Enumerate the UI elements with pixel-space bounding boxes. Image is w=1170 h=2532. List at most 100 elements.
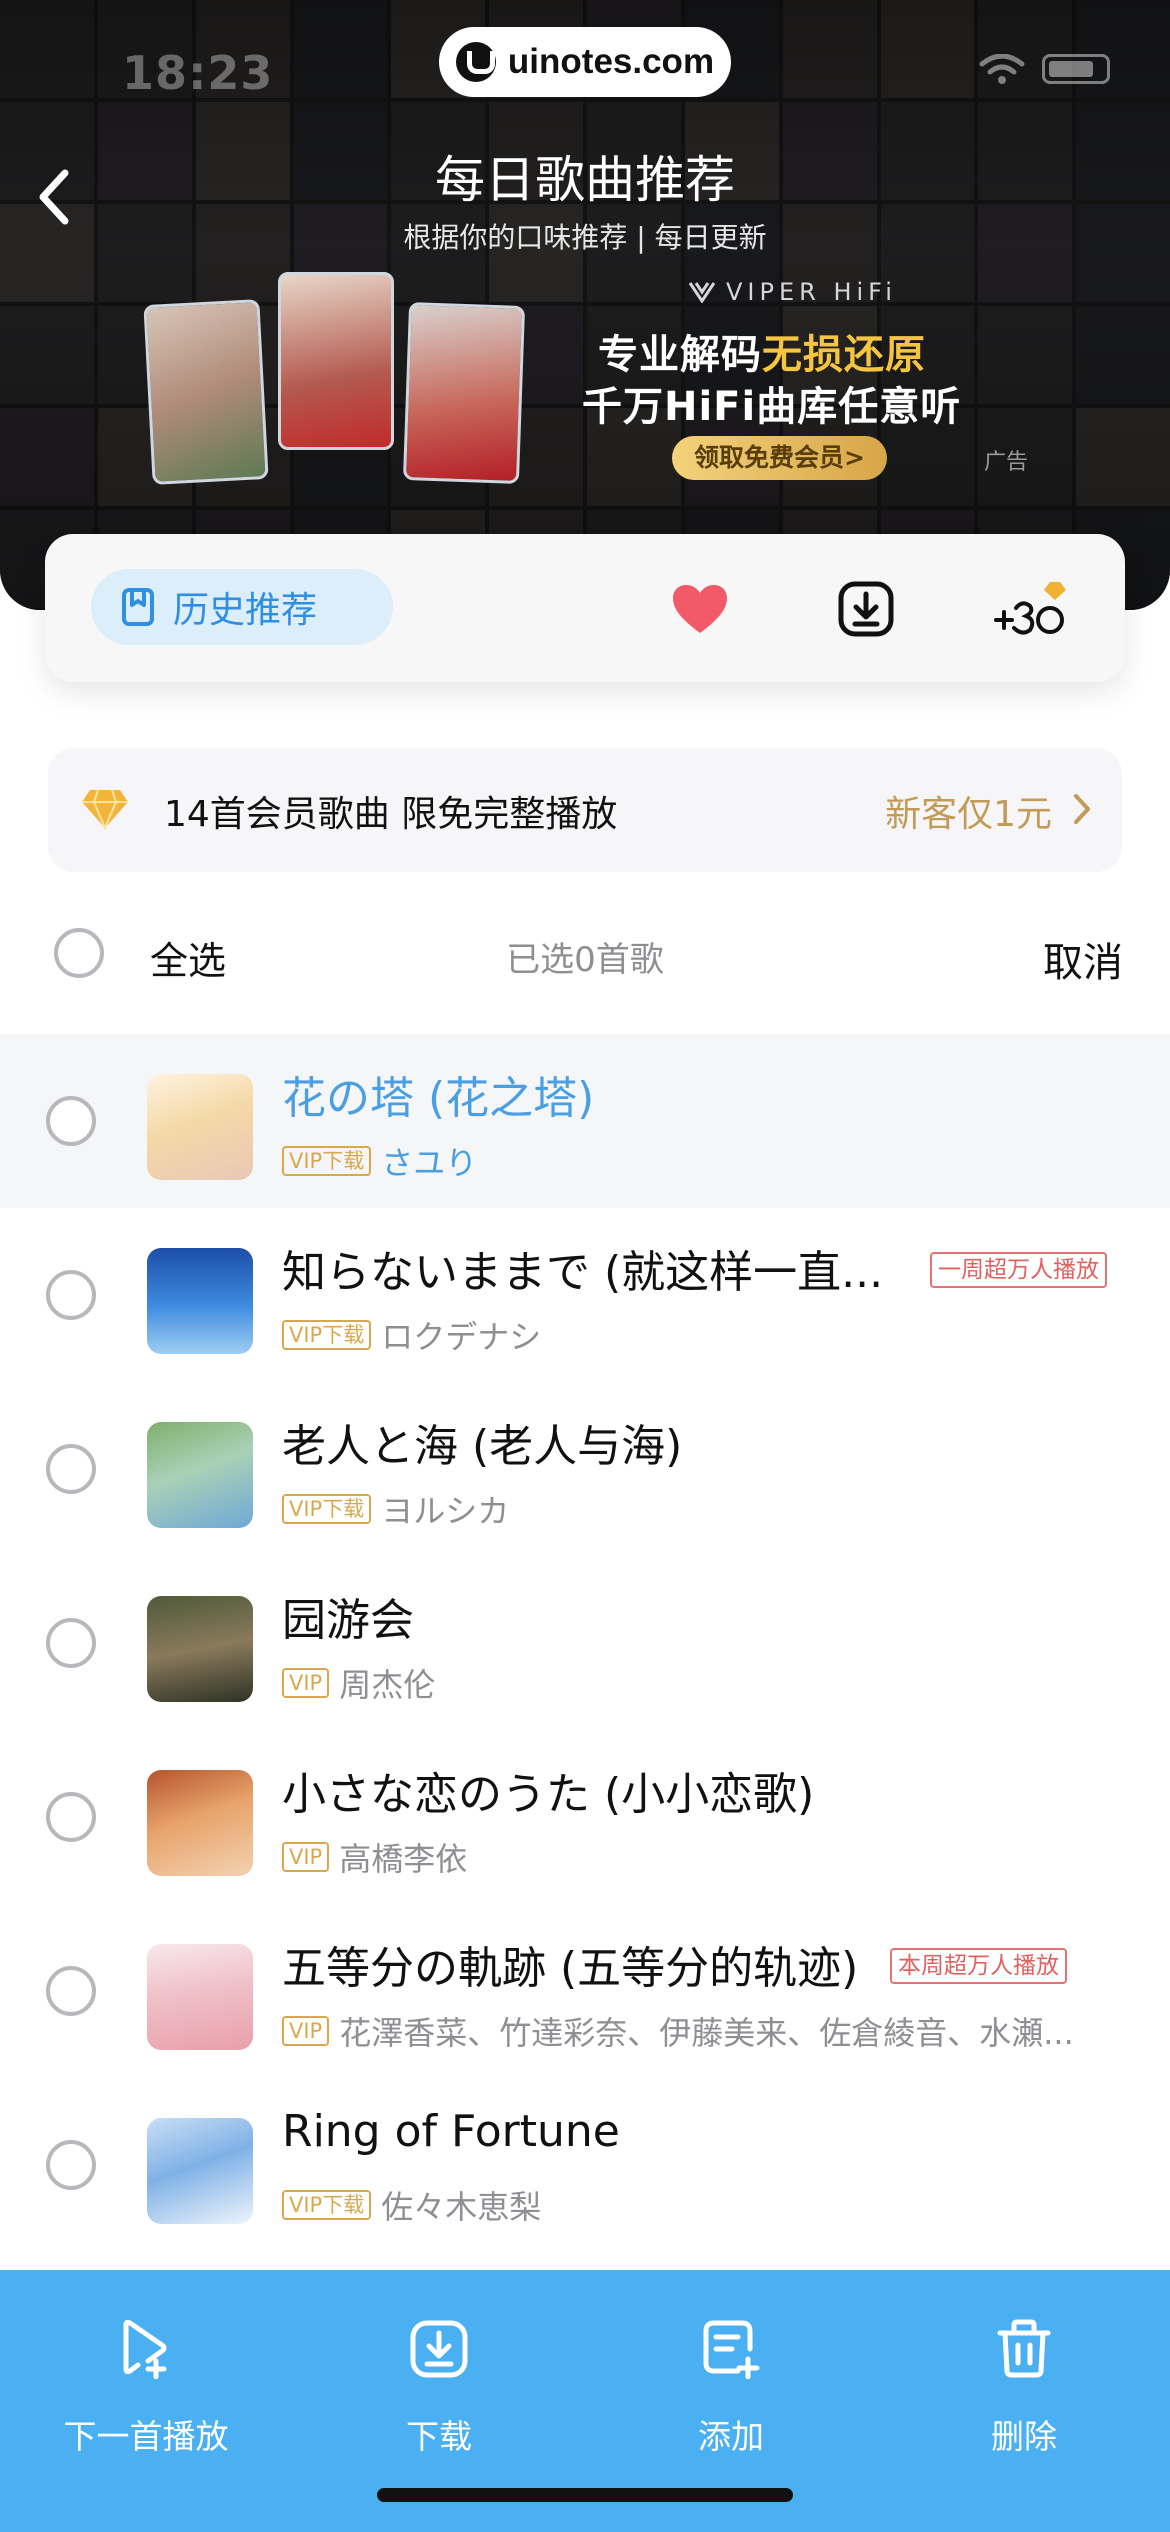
history-recommend-label: 历史推荐: [173, 590, 318, 631]
song-row[interactable]: 园游会 VIP 周杰伦: [0, 1556, 1170, 1730]
song-row[interactable]: 花の塔 (花之塔) VIP下载 さユり: [0, 1034, 1170, 1208]
popularity-tag: 一周超万人播放: [930, 1252, 1107, 1288]
song-artist: ヨルシカ: [381, 1492, 510, 1530]
download-icon: [838, 581, 894, 637]
song-row[interactable]: 五等分の軌跡 (五等分的轨迹) 本周超万人播放 VIP 花澤香菜、竹達彩奈、伊藤…: [0, 1904, 1170, 2078]
chevron-right-icon: [1074, 794, 1090, 824]
song-artist: さユり: [381, 1144, 478, 1182]
ad-headline: 专业解码无损还原: [598, 332, 926, 378]
album-cover: [147, 1596, 253, 1702]
song-meta: VIP下载 佐々木恵梨: [282, 2182, 541, 2228]
song-artist: 高橋李依: [339, 1840, 468, 1878]
album-cover: [147, 1248, 253, 1354]
cancel-button[interactable]: 取消: [1043, 930, 1123, 988]
vip-diamond-icon: [82, 789, 128, 830]
song-meta: VIP 花澤香菜、竹達彩奈、伊藤美来、佐倉綾音、水瀬...: [282, 2008, 1074, 2054]
ad-headline-line2: 千万HiFi曲库任意听: [582, 384, 962, 430]
album-cover: [147, 1074, 253, 1180]
vip-download-badge: VIP下载: [282, 1146, 372, 1176]
song-meta: VIP下载 ヨルシカ: [282, 1486, 509, 1532]
play-next-label: 下一首播放: [63, 2417, 229, 2456]
song-checkbox[interactable]: [46, 1618, 96, 1668]
song-checkbox[interactable]: [46, 1270, 96, 1320]
vip-promo-text: 14首会员歌曲 限免完整播放: [164, 794, 618, 835]
heart-icon: [673, 585, 727, 633]
song-meta: VIP 高橋李依: [282, 1834, 467, 1880]
album-cover: [147, 1770, 253, 1876]
play-next-icon: [123, 2319, 167, 2379]
status-icons: [978, 54, 1110, 84]
song-title: 知らないままで (就这样一直...: [282, 1247, 884, 1298]
add-label: 添加: [698, 2417, 764, 2456]
download-label: 下载: [406, 2417, 472, 2456]
song-checkbox[interactable]: [46, 1966, 96, 2016]
watermark: uinotes.com: [439, 27, 731, 97]
play-next-button[interactable]: 下一首播放: [46, 2310, 246, 2458]
vip-badge: VIP: [282, 2016, 330, 2046]
vip-promo-banner[interactable]: 14首会员歌曲 限免完整播放 新客仅1元: [48, 748, 1122, 872]
home-indicator: [377, 2488, 793, 2502]
ad-label: 广告: [984, 450, 1029, 475]
song-artist: ロクデナシ: [381, 1318, 542, 1356]
song-checkbox[interactable]: [46, 1792, 96, 1842]
vip-offer-link[interactable]: 新客仅1元: [885, 785, 1052, 837]
page-title: 每日歌曲推荐: [435, 151, 735, 209]
bookmark-icon: [122, 588, 154, 626]
status-time: 18:23: [122, 46, 274, 100]
toolbar-card: 历史推荐: [45, 534, 1125, 682]
trash-icon: [997, 2319, 1051, 2378]
add-to-list-icon: [703, 2320, 760, 2379]
ad-singer-photo: [402, 302, 526, 484]
song-artist: 周杰伦: [339, 1666, 436, 1704]
favorite-all-button[interactable]: [665, 574, 735, 644]
vip-download-badge: VIP下载: [282, 2190, 372, 2220]
song-artist: 花澤香菜、竹達彩奈、伊藤美来、佐倉綾音、水瀬...: [339, 2014, 1074, 2052]
wifi-icon: [979, 54, 1025, 84]
plus-30-button[interactable]: [989, 574, 1079, 644]
battery-icon: [1042, 54, 1110, 84]
song-title: Ring of Fortune: [282, 2106, 620, 2157]
song-list: 花の塔 (花之塔) VIP下载 さユり 知らないままで (就这样一直... 一周…: [0, 1034, 1170, 2252]
song-meta: VIP 周杰伦: [282, 1660, 435, 1706]
album-cover: [147, 2118, 253, 2224]
song-title: 园游会: [282, 1595, 414, 1646]
song-checkbox[interactable]: [46, 1096, 96, 1146]
ad-banner[interactable]: [143, 272, 568, 485]
song-meta: VIP下载 ロクデナシ: [282, 1312, 541, 1358]
album-cover: [147, 1944, 253, 2050]
song-title: 五等分の軌跡 (五等分的轨迹): [282, 1943, 859, 1994]
plus-30-icon: [994, 582, 1066, 635]
download-all-button[interactable]: [831, 574, 901, 644]
popularity-tag: 本周超万人播放: [890, 1948, 1067, 1984]
song-title: 花の塔 (花之塔): [282, 1073, 595, 1124]
song-checkbox[interactable]: [46, 1444, 96, 1494]
viper-logo-icon: [688, 282, 716, 303]
delete-button[interactable]: 删除: [924, 2310, 1124, 2458]
header-banner: 18:23 每日歌曲推荐 根据你的口味推荐 | 每日更新 VIPER HiFi …: [0, 0, 1170, 610]
vip-download-badge: VIP下载: [282, 1320, 372, 1350]
ad-brand: VIPER HiFi: [688, 278, 897, 306]
song-row[interactable]: 小さな恋のうた (小小恋歌) VIP 高橋李依: [0, 1730, 1170, 1904]
history-recommend-button[interactable]: 历史推荐: [91, 569, 393, 645]
song-row[interactable]: Ring of Fortune VIP下载 佐々木恵梨: [0, 2078, 1170, 2252]
delete-label: 删除: [991, 2417, 1057, 2456]
download-button[interactable]: 下载: [339, 2310, 539, 2458]
song-meta: VIP下载 さユり: [282, 1138, 477, 1184]
ad-cta-button[interactable]: 领取免费会员>: [672, 436, 887, 480]
uinotes-logo-icon: [455, 42, 496, 82]
song-artist: 佐々木恵梨: [381, 2188, 542, 2226]
song-checkbox[interactable]: [46, 2140, 96, 2190]
ad-singer-photo: [143, 299, 269, 485]
song-row[interactable]: 老人と海 (老人与海) VIP下载 ヨルシカ: [0, 1382, 1170, 1556]
song-title: 老人と海 (老人与海): [282, 1421, 683, 1472]
vip-badge: VIP: [282, 1842, 330, 1872]
song-row[interactable]: 知らないままで (就这样一直... 一周超万人播放 VIP下载 ロクデナシ: [0, 1208, 1170, 1382]
download-icon: [410, 2320, 468, 2378]
song-title: 小さな恋のうた (小小恋歌): [282, 1769, 815, 1820]
album-cover: [147, 1422, 253, 1528]
selected-count: 已选0首歌: [506, 940, 664, 980]
add-to-list-button[interactable]: 添加: [631, 2310, 831, 2458]
ad-singer-photo: [278, 272, 394, 450]
vip-badge: VIP: [282, 1668, 330, 1698]
page-subtitle: 根据你的口味推荐 | 每日更新: [403, 221, 767, 254]
